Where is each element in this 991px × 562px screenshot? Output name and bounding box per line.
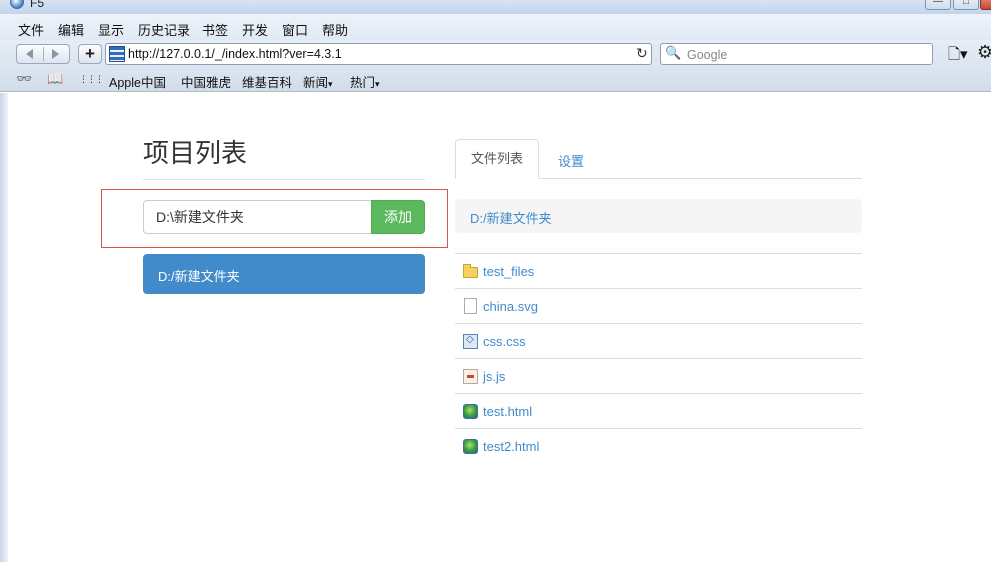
close-window-button[interactable]: ✕ bbox=[980, 0, 991, 10]
title-divider bbox=[143, 179, 425, 180]
page-title: 项目列表 bbox=[143, 138, 248, 168]
app-logo-icon bbox=[10, 0, 24, 9]
tab-file-list[interactable]: 文件列表 bbox=[455, 139, 539, 179]
minimize-button[interactable]: — bbox=[925, 0, 951, 10]
navigation-buttons bbox=[16, 44, 70, 64]
forward-arrow-icon[interactable] bbox=[52, 49, 59, 59]
file-name[interactable]: test2.html bbox=[483, 439, 539, 454]
html-file-icon bbox=[463, 404, 478, 419]
title-bar: F5 — □ ✕ bbox=[0, 0, 991, 14]
file-list: test_files china.svg css.css js.js test.… bbox=[455, 253, 862, 463]
address-bar[interactable]: http://127.0.0.1/_/index.html?ver=4.3.1 … bbox=[105, 43, 652, 65]
file-row[interactable]: js.js bbox=[455, 358, 862, 393]
bookmark-popular-label: 热门 bbox=[350, 76, 376, 90]
bookmarks-bar: 👓 📖 ⋮⋮⋮ Apple中国 中国雅虎 维基百科 新闻▾ 热门▾ bbox=[0, 68, 991, 92]
file-name[interactable]: china.svg bbox=[483, 299, 538, 314]
bookmarks-book-icon[interactable]: 📖 bbox=[47, 71, 63, 87]
site-favicon-icon bbox=[109, 46, 125, 62]
maximize-button[interactable]: □ bbox=[953, 0, 979, 10]
chevron-down-icon: ▾ bbox=[328, 79, 333, 89]
menu-view[interactable]: 显示 bbox=[98, 20, 124, 39]
back-arrow-icon[interactable] bbox=[26, 49, 33, 59]
html-file-icon bbox=[463, 439, 478, 454]
add-bookmark-button[interactable]: + bbox=[78, 44, 102, 64]
bookmark-wikipedia[interactable]: 维基百科 bbox=[242, 72, 292, 91]
bookmark-popular-folder[interactable]: 热门▾ bbox=[350, 72, 380, 91]
file-row[interactable]: test2.html bbox=[455, 428, 862, 463]
project-list-item[interactable]: D:/新建文件夹 bbox=[143, 254, 425, 294]
menu-bookmarks[interactable]: 书签 bbox=[202, 20, 228, 39]
current-path-breadcrumb[interactable]: D:/新建文件夹 bbox=[455, 199, 862, 233]
page-menu-icon[interactable]: 🗋▾ bbox=[948, 44, 968, 69]
window-title: F5 bbox=[30, 0, 45, 10]
reload-icon[interactable]: ↻ bbox=[636, 45, 648, 62]
menu-file[interactable]: 文件 bbox=[18, 20, 44, 39]
menu-bar: 文件 编辑 显示 历史记录 书签 开发 窗口 帮助 bbox=[0, 14, 991, 40]
settings-gear-icon[interactable]: ⚙ bbox=[977, 42, 991, 63]
reading-list-icon[interactable]: 👓 bbox=[16, 71, 32, 87]
tab-settings[interactable]: 设置 bbox=[558, 151, 584, 170]
url-text[interactable]: http://127.0.0.1/_/index.html?ver=4.3.1 bbox=[128, 47, 342, 61]
folder-icon bbox=[463, 264, 478, 278]
menu-edit[interactable]: 编辑 bbox=[58, 20, 84, 39]
file-row[interactable]: css.css bbox=[455, 323, 862, 358]
file-name[interactable]: test_files bbox=[483, 264, 534, 279]
menu-window[interactable]: 窗口 bbox=[282, 20, 308, 39]
js-file-icon bbox=[463, 369, 478, 384]
menu-develop[interactable]: 开发 bbox=[242, 20, 268, 39]
project-path-input[interactable] bbox=[143, 200, 372, 234]
file-row[interactable]: test.html bbox=[455, 393, 862, 428]
document-icon bbox=[464, 298, 477, 314]
nav-divider bbox=[43, 47, 44, 61]
window-edge bbox=[0, 93, 8, 562]
css-file-icon bbox=[463, 334, 478, 349]
chevron-down-icon: ▾ bbox=[375, 79, 380, 89]
file-row[interactable]: test_files bbox=[455, 253, 862, 288]
search-icon[interactable]: 🔍 bbox=[665, 45, 681, 61]
bookmark-yahoo[interactable]: 中国雅虎 bbox=[181, 72, 231, 91]
file-row[interactable]: china.svg bbox=[455, 288, 862, 323]
menu-help[interactable]: 帮助 bbox=[322, 20, 348, 39]
top-sites-grid-icon[interactable]: ⋮⋮⋮ bbox=[79, 74, 104, 85]
bookmark-apple[interactable]: Apple中国 bbox=[109, 72, 166, 91]
file-name[interactable]: js.js bbox=[483, 369, 505, 384]
add-button[interactable]: 添加 bbox=[371, 200, 425, 234]
search-placeholder: Google bbox=[687, 48, 728, 62]
file-name[interactable]: test.html bbox=[483, 404, 532, 419]
menu-history[interactable]: 历史记录 bbox=[138, 20, 190, 39]
search-field[interactable]: 🔍 Google bbox=[660, 43, 933, 65]
bookmark-news-folder[interactable]: 新闻▾ bbox=[303, 72, 333, 91]
file-name[interactable]: css.css bbox=[483, 334, 526, 349]
browser-toolbar: + http://127.0.0.1/_/index.html?ver=4.3.… bbox=[0, 40, 991, 68]
bookmark-news-label: 新闻 bbox=[303, 76, 329, 90]
